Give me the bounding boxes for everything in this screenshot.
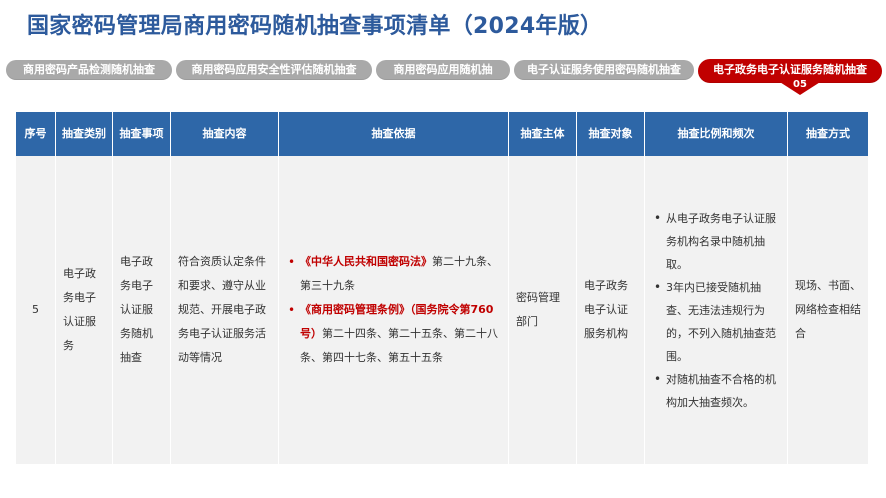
cell-basis: 《中华人民共和国密码法》第二十九条、第三十九条 《商用密码管理条例》（国务院令第… — [279, 156, 509, 464]
category-tabs: 商用密码产品检测随机抽查 商用密码应用安全性评估随机抽查 商用密码应用随机抽 电… — [6, 59, 884, 95]
cell-item: 电子政务电子认证服务随机抽查 — [113, 156, 171, 464]
tab-product-testing[interactable]: 商用密码产品检测随机抽查 — [6, 60, 172, 80]
cell-ratio: 从电子政务电子认证服务机构名录中随机抽取。 3年内已接受随机抽查、无违法违规行为… — [645, 156, 788, 464]
header-method: 抽查方式 — [788, 112, 868, 156]
ratio-item: 对随机抽查不合格的机构加大抽查频次。 — [652, 368, 780, 414]
tab-certification-service[interactable]: 电子认证服务使用密码随机抽查 — [514, 60, 694, 80]
header-subject: 抽查主体 — [509, 112, 577, 156]
cell-content: 符合资质认定条件和要求、遵守从业规范、开展电子政务电子认证服务活动等情况 — [171, 156, 279, 464]
header-ratio: 抽查比例和频次 — [645, 112, 788, 156]
cell-target: 电子政务电子认证服务机构 — [577, 156, 645, 464]
ratio-item: 3年内已接受随机抽查、无违法违规行为的，不列入随机抽查范围。 — [652, 276, 780, 368]
basis-item-regulation: 《商用密码管理条例》（国务院令第760号）第二十四条、第二十五条、第二十八条、第… — [286, 298, 501, 370]
cell-subject: 密码管理部门 — [509, 156, 577, 464]
cell-no: 5 — [16, 156, 56, 464]
audit-table-container: 序号 抽查类别 抽查事项 抽查内容 抽查依据 抽查主体 抽查对象 抽查比例和频次… — [16, 112, 868, 464]
table-header-row: 序号 抽查类别 抽查事项 抽查内容 抽查依据 抽查主体 抽查对象 抽查比例和频次… — [16, 112, 868, 156]
header-category: 抽查类别 — [56, 112, 113, 156]
basis-law-title: 《中华人民共和国密码法》 — [300, 255, 432, 268]
cell-method: 现场、书面、网络检查相结合 — [788, 156, 868, 464]
header-no: 序号 — [16, 112, 56, 156]
active-tab-number: 05 — [793, 79, 807, 90]
ratio-list: 从电子政务电子认证服务机构名录中随机抽取。 3年内已接受随机抽查、无违法违规行为… — [652, 207, 780, 414]
audit-table: 序号 抽查类别 抽查事项 抽查内容 抽查依据 抽查主体 抽查对象 抽查比例和频次… — [16, 112, 868, 464]
page-title: 国家密码管理局商用密码随机抽查事项清单（2024年版） — [27, 14, 603, 39]
header-item: 抽查事项 — [113, 112, 171, 156]
header-content: 抽查内容 — [171, 112, 279, 156]
tab-application[interactable]: 商用密码应用随机抽 — [376, 60, 510, 80]
table-row: 5 电子政务电子认证服务 电子政务电子认证服务随机抽查 符合资质认定条件和要求、… — [16, 156, 868, 464]
ratio-item: 从电子政务电子认证服务机构名录中随机抽取。 — [652, 207, 780, 276]
basis-item-crypto-law: 《中华人民共和国密码法》第二十九条、第三十九条 — [286, 250, 501, 298]
tab-security-assessment[interactable]: 商用密码应用安全性评估随机抽查 — [176, 60, 372, 80]
header-basis: 抽查依据 — [279, 112, 509, 156]
basis-law-articles: 第二十四条、第二十五条、第二十八条、第四十七条、第五十五条 — [300, 327, 498, 364]
cell-category: 电子政务电子认证服务 — [56, 156, 113, 464]
header-target: 抽查对象 — [577, 112, 645, 156]
